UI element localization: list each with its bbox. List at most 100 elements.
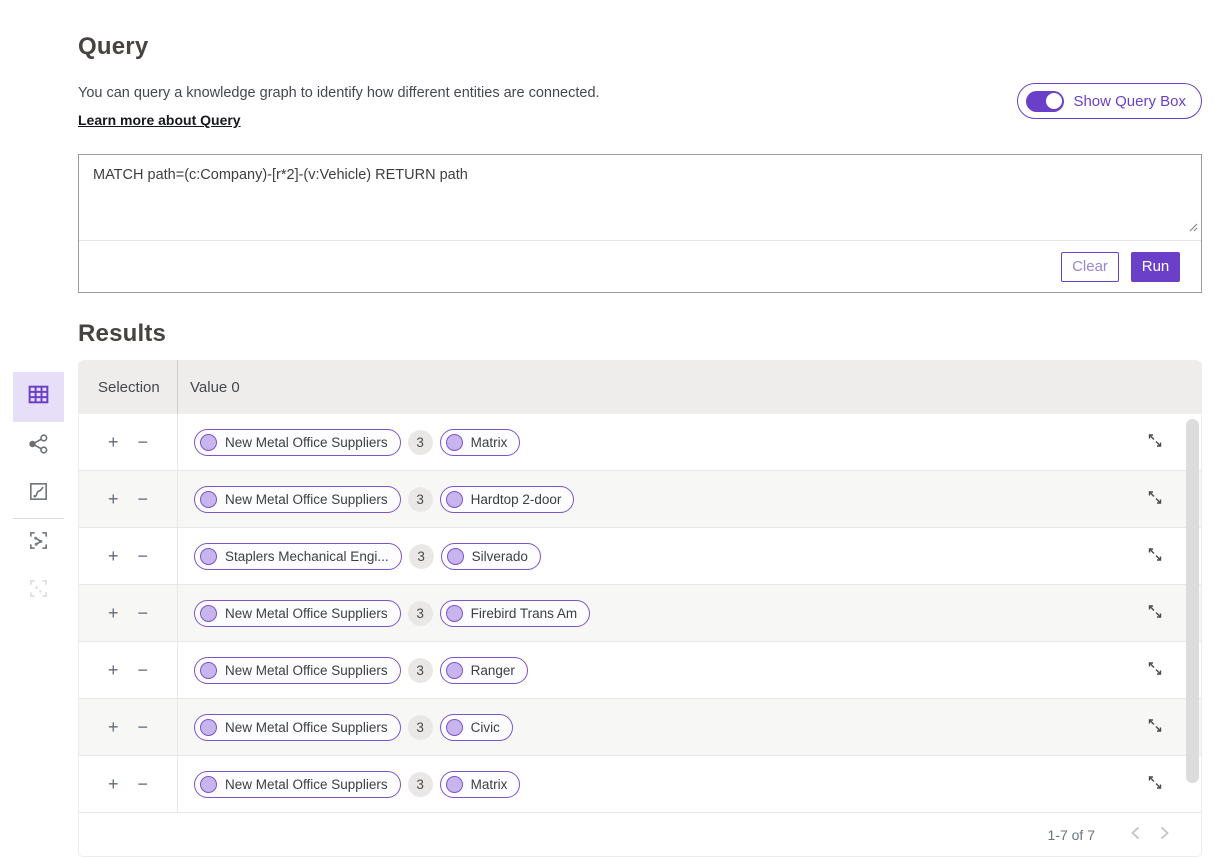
target-pill[interactable]: Matrix xyxy=(440,429,521,456)
target-pill[interactable]: Hardtop 2-door xyxy=(440,486,575,513)
toggle-label: Show Query Box xyxy=(1073,93,1186,110)
column-header-selection: Selection xyxy=(79,360,178,414)
entity-pill[interactable]: New Metal Office Suppliers xyxy=(194,486,401,513)
vertical-scrollbar[interactable] xyxy=(1186,419,1199,783)
pagination-next-button[interactable] xyxy=(1150,822,1179,847)
remove-selection-button[interactable]: − xyxy=(136,431,151,453)
hop-count-badge: 3 xyxy=(409,544,434,569)
node-icon xyxy=(446,662,463,679)
selection-cell: + − xyxy=(79,414,178,470)
show-query-box-toggle[interactable]: Show Query Box xyxy=(1017,83,1202,119)
expand-row-button[interactable] xyxy=(1145,488,1165,511)
expand-row-button[interactable] xyxy=(1145,602,1165,625)
sidebar-item-graph-view[interactable] xyxy=(13,422,64,470)
remove-selection-button[interactable]: − xyxy=(136,602,151,624)
node-icon xyxy=(446,719,463,736)
table-row: + − New Metal Office Suppliers 3 Civic xyxy=(79,699,1201,756)
entity-pill[interactable]: Staplers Mechanical Engi... xyxy=(194,543,402,570)
entity-pill[interactable]: New Metal Office Suppliers xyxy=(194,771,401,798)
entity-pill-label: Staplers Mechanical Engi... xyxy=(225,549,389,564)
entity-pill-label: New Metal Office Suppliers xyxy=(225,777,388,792)
table-row: + − New Metal Office Suppliers 3 Ranger xyxy=(79,642,1201,699)
node-icon xyxy=(447,548,464,565)
value-cell: New Metal Office Suppliers 3 Ranger xyxy=(178,642,1201,698)
hop-count-badge: 3 xyxy=(408,772,433,797)
clear-button[interactable]: Clear xyxy=(1061,252,1119,282)
selection-cell: + − xyxy=(79,699,178,755)
entity-pill[interactable]: New Metal Office Suppliers xyxy=(194,429,401,456)
target-pill-label: Matrix xyxy=(471,777,508,792)
table-header-row: Selection Value 0 xyxy=(79,360,1201,414)
table-row: + − New Metal Office Suppliers 3 Matrix xyxy=(79,414,1201,471)
target-pill-label: Firebird Trans Am xyxy=(471,606,578,621)
hop-count-badge: 3 xyxy=(408,658,433,683)
query-description: You can query a knowledge graph to ident… xyxy=(78,83,600,103)
add-selection-button[interactable]: + xyxy=(106,488,121,510)
selection-cell: + − xyxy=(79,528,178,584)
sidebar-item-table-view[interactable] xyxy=(13,372,64,422)
node-icon xyxy=(446,491,463,508)
table-row: + − New Metal Office Suppliers 3 Firebir… xyxy=(79,585,1201,642)
pagination-prev-button[interactable] xyxy=(1121,822,1150,847)
selection-cell: + − xyxy=(79,642,178,698)
node-icon xyxy=(200,776,217,793)
selection-cell: + − xyxy=(79,471,178,527)
sidebar-item-map-view[interactable] xyxy=(13,470,64,518)
query-box: MATCH path=(c:Company)-[r*2]-(v:Vehicle)… xyxy=(78,154,1202,293)
target-pill-label: Matrix xyxy=(471,435,508,450)
target-pill-label: Civic xyxy=(471,720,500,735)
expand-row-button[interactable] xyxy=(1145,773,1165,796)
value-cell: New Metal Office Suppliers 3 Civic xyxy=(178,699,1201,755)
sidebar-item-empty-view xyxy=(13,567,64,615)
view-switcher-sidebar xyxy=(13,372,64,615)
target-pill[interactable]: Civic xyxy=(440,714,513,741)
results-section-title: Results xyxy=(78,320,1202,348)
entity-pill[interactable]: New Metal Office Suppliers xyxy=(194,600,401,627)
expand-row-button[interactable] xyxy=(1145,545,1165,568)
map-view-icon xyxy=(27,480,50,508)
add-selection-button[interactable]: + xyxy=(106,602,121,624)
node-icon xyxy=(446,605,463,622)
target-pill-label: Silverado xyxy=(472,549,528,564)
query-section-title: Query xyxy=(78,33,1202,61)
entity-pill[interactable]: New Metal Office Suppliers xyxy=(194,657,401,684)
table-footer: 1-7 of 7 xyxy=(79,813,1201,856)
expand-row-button[interactable] xyxy=(1145,716,1165,739)
value-cell: New Metal Office Suppliers 3 Firebird Tr… xyxy=(178,585,1201,641)
value-cell: Staplers Mechanical Engi... 3 Silverado xyxy=(178,528,1201,584)
node-icon xyxy=(200,605,217,622)
target-pill[interactable]: Ranger xyxy=(440,657,528,684)
target-pill[interactable]: Silverado xyxy=(441,543,541,570)
remove-selection-button[interactable]: − xyxy=(136,488,151,510)
remove-selection-button[interactable]: − xyxy=(136,773,151,795)
node-icon xyxy=(200,548,217,565)
table-view-icon xyxy=(26,382,51,412)
query-input[interactable]: MATCH path=(c:Company)-[r*2]-(v:Vehicle)… xyxy=(79,155,1201,240)
entity-pill-label: New Metal Office Suppliers xyxy=(225,492,388,507)
target-pill-label: Hardtop 2-door xyxy=(471,492,562,507)
add-selection-button[interactable]: + xyxy=(106,431,121,453)
add-selection-button[interactable]: + xyxy=(106,716,121,738)
graph-select-view-icon xyxy=(27,529,50,557)
node-icon xyxy=(200,662,217,679)
table-row: + − New Metal Office Suppliers 3 Hardtop… xyxy=(79,471,1201,528)
target-pill[interactable]: Matrix xyxy=(440,771,521,798)
empty-view-icon xyxy=(27,577,50,605)
sidebar-item-graph-select-view[interactable] xyxy=(13,519,64,567)
hop-count-badge: 3 xyxy=(408,430,433,455)
expand-row-button[interactable] xyxy=(1145,659,1165,682)
add-selection-button[interactable]: + xyxy=(106,659,121,681)
remove-selection-button[interactable]: − xyxy=(136,545,151,567)
learn-more-link[interactable]: Learn more about Query xyxy=(78,112,241,128)
remove-selection-button[interactable]: − xyxy=(136,716,151,738)
remove-selection-button[interactable]: − xyxy=(136,659,151,681)
add-selection-button[interactable]: + xyxy=(106,545,121,567)
target-pill[interactable]: Firebird Trans Am xyxy=(440,600,591,627)
entity-pill-label: New Metal Office Suppliers xyxy=(225,606,388,621)
add-selection-button[interactable]: + xyxy=(106,773,121,795)
run-button[interactable]: Run xyxy=(1131,252,1180,282)
value-cell: New Metal Office Suppliers 3 Matrix xyxy=(178,414,1201,470)
expand-row-button[interactable] xyxy=(1145,431,1165,454)
entity-pill[interactable]: New Metal Office Suppliers xyxy=(194,714,401,741)
hop-count-badge: 3 xyxy=(408,601,433,626)
